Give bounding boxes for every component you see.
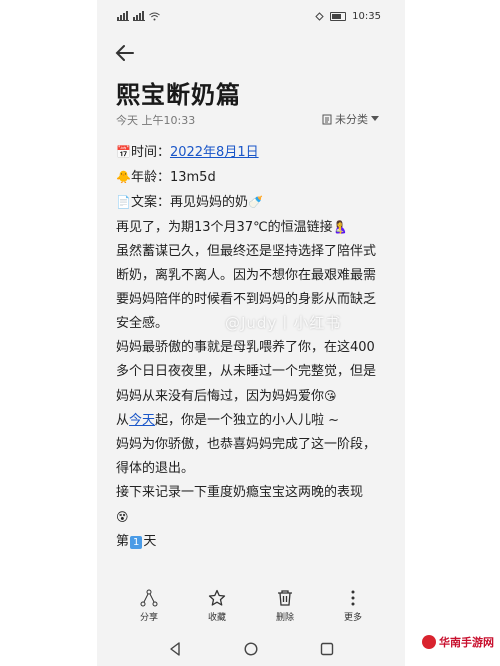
share-icon: [140, 589, 158, 607]
favorite-button[interactable]: 收藏: [192, 588, 242, 632]
back-button[interactable]: [114, 42, 138, 64]
nav-recents-button[interactable]: [317, 639, 337, 659]
delete-button[interactable]: 删除: [260, 588, 310, 632]
caret-down-icon: [371, 116, 379, 121]
star-icon: [208, 589, 226, 606]
signal-icon: [117, 11, 129, 21]
favorite-label: 收藏: [207, 613, 226, 623]
category-selector[interactable]: 未分类: [322, 111, 379, 127]
baby-bottle-icon: 🍼: [247, 195, 263, 209]
notification-icon: [315, 12, 324, 21]
paragraph-5: 妈妈为你骄傲，也恭喜妈妈完成了这一阶段，得体的退出。: [116, 437, 377, 476]
keycap-badge: 1: [130, 536, 143, 549]
calendar-icon: 📅: [116, 145, 131, 159]
battery-icon: [330, 12, 347, 21]
paragraph-4: 从今天起，你是一个独立的小人儿啦 ~: [116, 413, 340, 428]
caption-line: 📄文案：再见妈妈的奶🍼: [116, 190, 386, 215]
notes-app-screen: 10:35 熙宝断奶篇 今天 上午10:33 未分类 📅时间：2022年8月1日…: [97, 0, 405, 666]
note-body[interactable]: 📅时间：2022年8月1日 🐥年龄：13m5d 📄文案：再见妈妈的奶🍼 再见了，…: [116, 140, 386, 554]
delete-label: 删除: [275, 613, 294, 623]
trash-icon: [278, 590, 292, 606]
triangle-back-icon: [170, 642, 180, 656]
clock: 10:35: [352, 11, 381, 22]
memo-icon: 📄: [116, 195, 131, 209]
nav-back-button[interactable]: [165, 639, 185, 659]
more-vertical-icon: [351, 590, 355, 606]
wifi-icon: [149, 12, 160, 20]
logo-mark-icon: [422, 635, 436, 649]
share-label: 分享: [139, 613, 158, 623]
kiss-face-icon: 😘: [324, 389, 337, 403]
document-icon: [322, 114, 332, 124]
category-label: 未分类: [335, 113, 368, 126]
site-logo: 华南手游网: [422, 634, 494, 650]
more-button[interactable]: 更多: [328, 588, 378, 632]
time-line: 📅时间：2022年8月1日: [116, 140, 386, 165]
bottom-toolbar: 分享 收藏 删除 更多: [97, 588, 405, 632]
paragraph-1: 再见了，为期13个月37℃的恒温链接🤱: [116, 215, 386, 240]
breastfeeding-icon: 🤱: [332, 220, 348, 234]
baby-chick-icon: 🐥: [116, 170, 131, 184]
square-recents-icon: [320, 642, 334, 656]
watermark: @Judy丨小红书: [225, 314, 342, 332]
nav-home-button[interactable]: [241, 639, 261, 659]
emoji-line: 😵: [116, 505, 386, 530]
today-link[interactable]: 今天: [129, 413, 155, 428]
paragraph-7: 第1天: [116, 534, 157, 549]
age-line: 🐥年龄：13m5d: [116, 165, 386, 190]
arrow-left-icon: [115, 45, 134, 61]
note-title[interactable]: 熙宝断奶篇: [116, 75, 241, 110]
signal-icon: [133, 11, 145, 21]
system-navigation-bar: [97, 632, 405, 666]
paragraph-6: 接下来记录一下重度奶瘾宝宝这两晚的表现: [116, 485, 364, 500]
circle-home-icon: [244, 642, 258, 656]
dizzy-face-icon: 😵: [116, 510, 129, 524]
status-bar: 10:35: [97, 0, 405, 32]
date-link[interactable]: 2022年8月1日: [170, 145, 259, 160]
share-button[interactable]: 分享: [124, 588, 174, 632]
note-timestamp: 今天 上午10:33: [116, 114, 196, 127]
more-label: 更多: [343, 613, 362, 623]
paragraph-3: 妈妈最骄傲的事就是母乳喂养了你，在这400多个日日夜夜里，从未睡过一个完整觉，但…: [116, 336, 386, 409]
